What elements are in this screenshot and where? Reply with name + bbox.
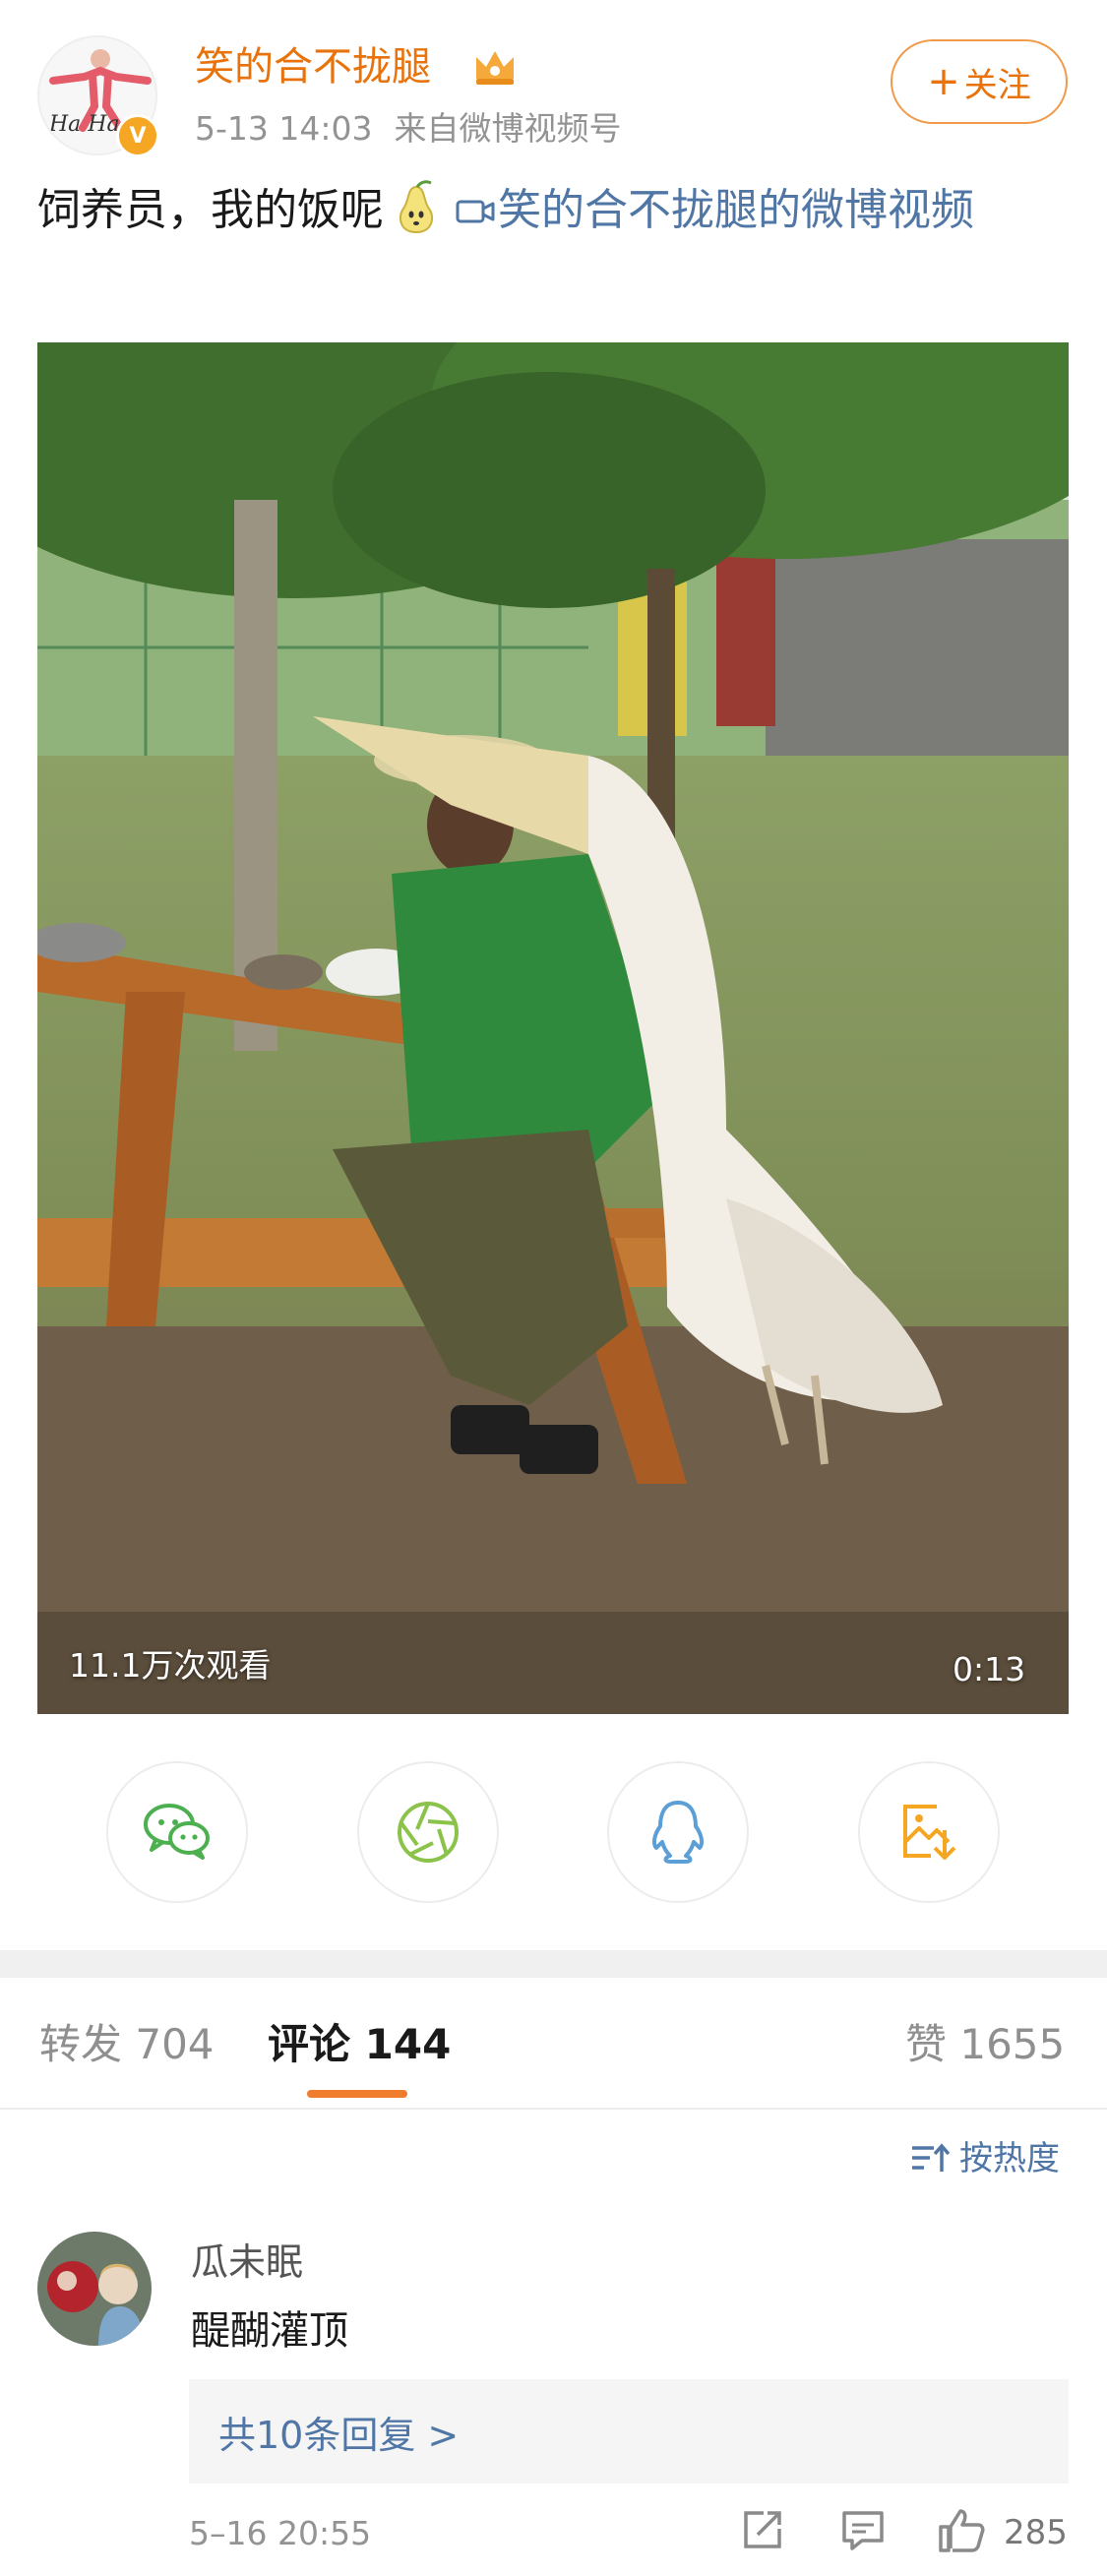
share-moments-button[interactable]: [357, 1761, 499, 1903]
commenter-name[interactable]: 瓜未眠: [191, 2236, 303, 2289]
avatar-text: Ha Ha: [49, 112, 120, 137]
view-count: 11.1万次观看: [69, 1646, 272, 1685]
share-qq-button[interactable]: [607, 1761, 749, 1903]
follow-label: 关注: [963, 65, 1031, 105]
post-text: 饲养员，我的饭呢 笑的合不拢腿的微博视频: [37, 175, 1061, 246]
video-link-text: 笑的合不拢腿的微博视频: [498, 185, 974, 235]
post-meta: 5-13 14:03 来自微博视频号: [195, 106, 622, 152]
post-body: 饲养员，我的饭呢: [37, 185, 384, 235]
video-camera-icon: [456, 200, 495, 223]
video-player[interactable]: [37, 342, 1069, 1714]
comment-like-count: 285: [1004, 2513, 1068, 2552]
comment-time: 5–16 20:55: [189, 2514, 372, 2552]
moments-icon: [398, 1802, 459, 1863]
video-thumbnail: [37, 342, 1069, 1714]
video-link[interactable]: 笑的合不拢腿的微博视频: [455, 185, 974, 235]
post-time: 5-13 14:03: [195, 109, 373, 148]
crown-icon: [476, 51, 514, 85]
save-image-icon: [903, 1805, 956, 1860]
commenter-avatar[interactable]: [37, 2232, 152, 2346]
section-divider: [0, 1950, 1107, 1978]
tab-comment[interactable]: 评论 144: [268, 2015, 451, 2074]
qq-penguin-icon: [651, 1801, 705, 1864]
author-name[interactable]: 笑的合不拢腿: [195, 39, 431, 94]
post-source[interactable]: 来自微博视频号: [395, 109, 622, 148]
follow-button[interactable]: + 关注: [891, 39, 1068, 124]
sort-by-hot-button[interactable]: 按热度: [910, 2135, 1060, 2182]
video-duration: 0:13: [953, 1650, 1026, 1688]
reply-icon[interactable]: [838, 2505, 888, 2554]
tabs-divider: [0, 2108, 1107, 2110]
save-image-button[interactable]: [858, 1761, 1000, 1903]
commenter-photo: [37, 2232, 152, 2346]
pear-emoji-icon: [399, 180, 434, 234]
tab-like[interactable]: 赞 1655: [905, 2015, 1065, 2074]
plus-icon: +: [927, 59, 960, 104]
comment-text: 醍醐灌顶: [191, 2308, 348, 2354]
sort-icon: [912, 2143, 950, 2172]
sort-label: 按热度: [959, 2139, 1060, 2178]
vip-badge-icon: V: [116, 114, 159, 157]
repost-icon[interactable]: [738, 2505, 787, 2554]
share-wechat-button[interactable]: [106, 1761, 248, 1903]
tab-repost[interactable]: 转发 704: [39, 2015, 215, 2074]
active-tab-indicator: [307, 2090, 407, 2098]
wechat-icon: [144, 1804, 210, 1860]
like-icon[interactable]: [937, 2505, 986, 2554]
view-replies-button[interactable]: 共10条回复 >: [189, 2379, 1069, 2484]
